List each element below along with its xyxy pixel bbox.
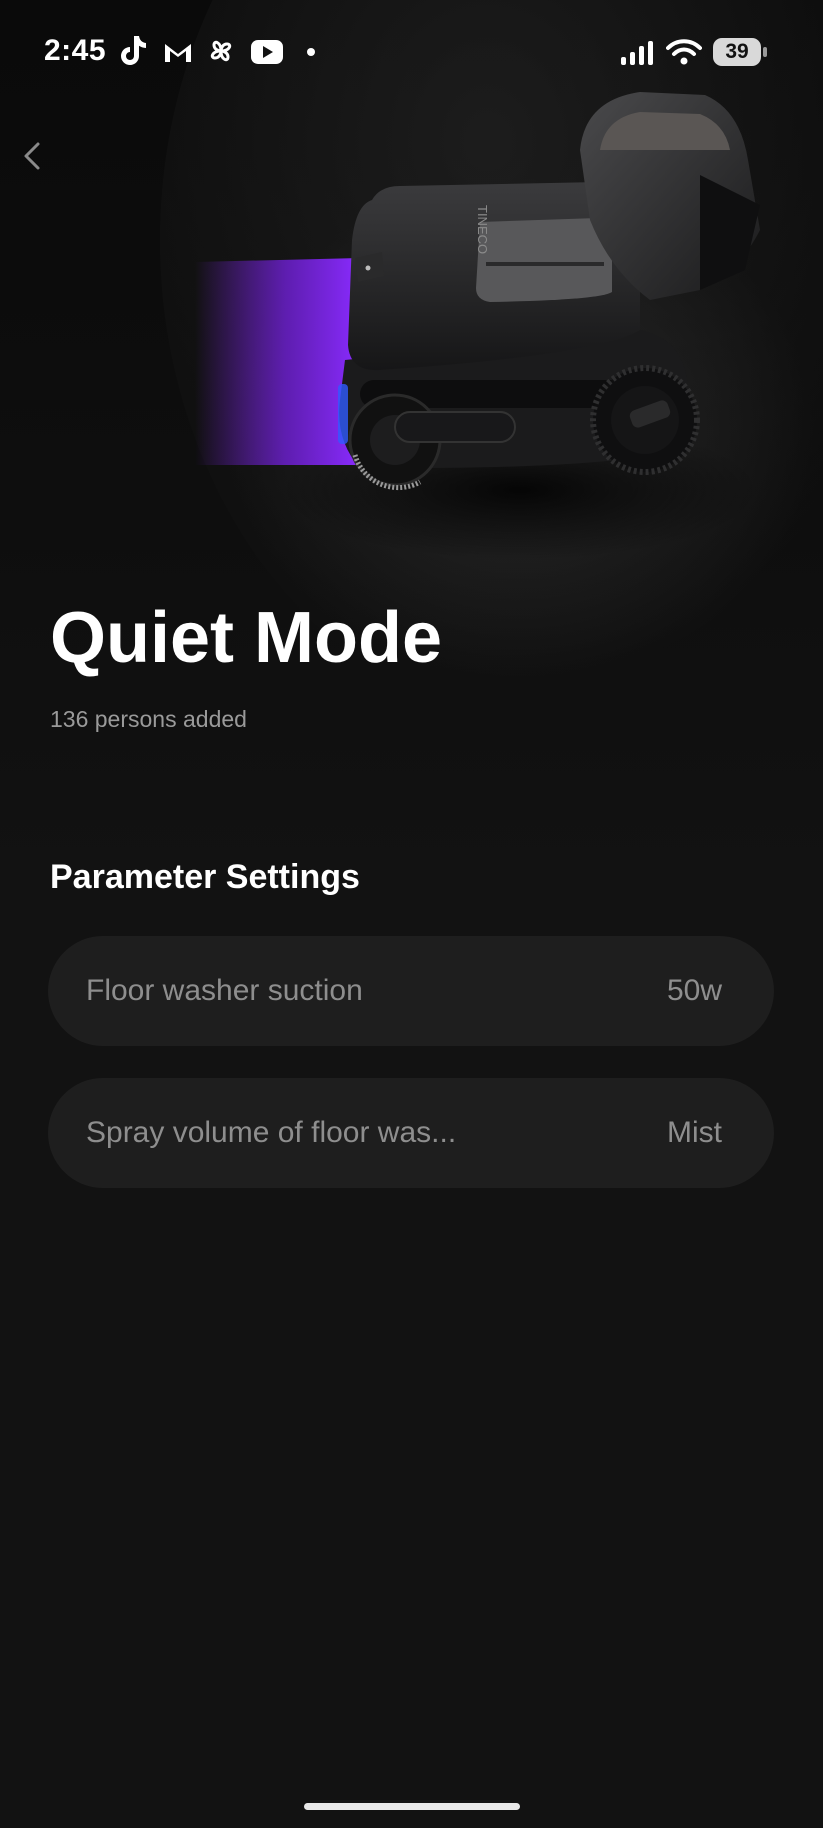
parameter-row-spray-volume[interactable]: Spray volume of floor was... Mist (48, 1078, 774, 1188)
cellular-signal-icon (621, 41, 653, 65)
parameter-row-suction[interactable]: Floor washer suction 50w (48, 936, 774, 1046)
mode-subtitle: 136 persons added (50, 706, 247, 732)
parameter-label: Spray volume of floor was... (86, 1116, 457, 1149)
home-indicator[interactable] (304, 1803, 520, 1810)
youtube-icon (251, 40, 283, 64)
parameter-label: Floor washer suction (86, 974, 363, 1007)
parameter-settings-heading: Parameter Settings (50, 858, 360, 896)
chevron-left-icon (24, 142, 40, 170)
back-button[interactable] (14, 136, 54, 176)
tiktok-icon (121, 36, 146, 65)
hero-section: TINECO (0, 0, 823, 900)
wifi-icon (666, 39, 702, 65)
gmail-icon (165, 44, 191, 62)
dot-icon (307, 48, 315, 56)
mode-title: Quiet Mode (50, 598, 442, 678)
svg-text:TINECO: TINECO (475, 205, 490, 254)
status-time: 2:45 (44, 34, 107, 67)
battery-level: 39 (725, 40, 749, 63)
status-bar: 2:45 39 (0, 0, 823, 110)
pinwheel-icon (210, 40, 232, 62)
parameter-value: Mist (667, 1116, 722, 1149)
parameter-value: 50w (666, 974, 722, 1007)
